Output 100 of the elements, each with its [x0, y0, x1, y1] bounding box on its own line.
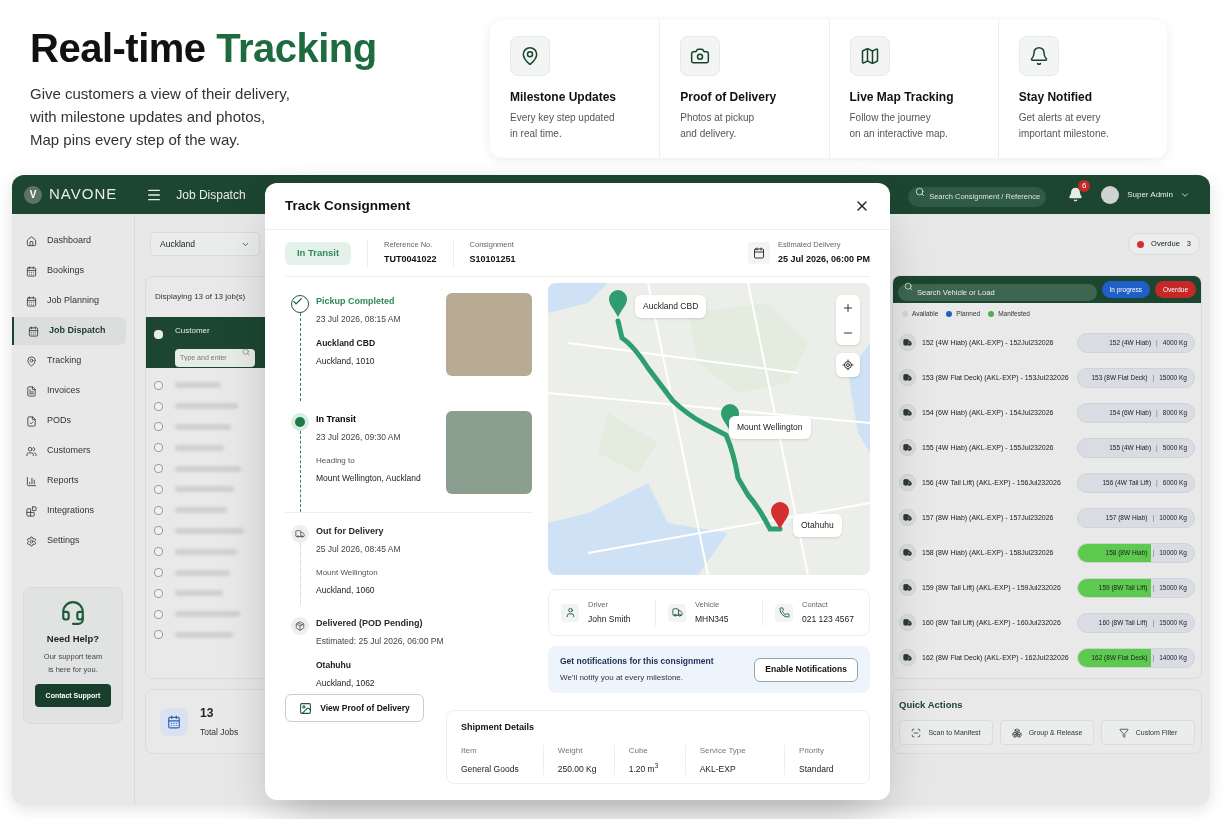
- card-title: Shipment Details: [461, 721, 535, 734]
- calendar-icon: [28, 325, 39, 337]
- step-time: 25 Jul 2026, 08:45 AM: [316, 542, 402, 556]
- step-title: Delivered (POD Pending): [316, 617, 424, 630]
- field-label: Weight: [557, 744, 584, 757]
- row-checkbox[interactable]: [154, 505, 163, 515]
- blurred-text: [175, 631, 233, 638]
- truck-icon: [903, 653, 912, 662]
- page-title: Real-time Tracking: [30, 25, 378, 72]
- map-pin-label: Auckland CBD: [635, 295, 707, 318]
- pin-icon: [520, 46, 540, 66]
- feature-description: Every key step updated in real time.: [510, 111, 616, 141]
- step-place: Auckland CBD: [316, 337, 377, 350]
- brand-name: NAVONE: [49, 184, 118, 205]
- truck-icon: [903, 338, 912, 347]
- person-icon: [564, 607, 576, 618]
- nav-item[interactable]: PODs: [12, 407, 126, 435]
- region-dropdown[interactable]: Auckland: [150, 232, 260, 256]
- truck-icon: [903, 548, 912, 557]
- avatar: [1101, 185, 1120, 204]
- truck-icon: [903, 443, 912, 452]
- notification-badge: 6: [1078, 180, 1091, 192]
- calendar-icon: [26, 265, 37, 277]
- row-checkbox[interactable]: [154, 588, 163, 598]
- nav-item[interactable]: Bookings: [12, 257, 126, 285]
- row-checkbox[interactable]: [154, 609, 163, 619]
- view-proof-button[interactable]: View Proof of Delivery: [285, 694, 424, 722]
- step-detail: Auckland, 1010: [316, 355, 376, 368]
- field-value: TUT0041022: [384, 253, 437, 267]
- truck-icon: [903, 583, 912, 592]
- truck-icon: [903, 513, 912, 522]
- truck-icon: [671, 607, 683, 618]
- row-checkbox[interactable]: [154, 422, 163, 432]
- row-checkbox[interactable]: [154, 484, 163, 494]
- search-icon: [242, 348, 250, 356]
- step-title: Pickup Completed: [316, 295, 396, 308]
- row-checkbox[interactable]: [154, 526, 163, 536]
- feature-title: Live Map Tracking: [849, 89, 955, 106]
- blurred-text: [175, 527, 244, 534]
- total-value: 13: [200, 705, 215, 723]
- field-value: Standard: [799, 762, 835, 776]
- nav-item[interactable]: Settings: [12, 527, 126, 555]
- row-checkbox[interactable]: [154, 464, 163, 474]
- feature-description: Follow the journey on an interactive map.: [849, 111, 949, 141]
- calendar-icon: [26, 295, 37, 307]
- phone-icon: [778, 607, 790, 618]
- header-checkbox[interactable]: [154, 330, 163, 339]
- feature-title: Milestone Updates: [510, 89, 618, 106]
- field-value: 25 Jul 2026, 06:00 PM: [777, 253, 870, 267]
- image-icon: [299, 701, 313, 715]
- column-header: Customer: [175, 325, 211, 337]
- field-value: S10101251: [469, 253, 516, 267]
- row-checkbox[interactable]: [154, 380, 163, 390]
- nav-item[interactable]: Dashboard: [12, 227, 126, 255]
- crosshair-icon[interactable]: [842, 359, 854, 371]
- help-title: Need Help?: [46, 632, 100, 646]
- step-time: 23 Jul 2026, 08:15 AM: [316, 312, 402, 326]
- step-title: Out for Delivery: [316, 525, 385, 538]
- row-checkbox[interactable]: [154, 401, 163, 411]
- map-icon: [859, 46, 880, 66]
- blurred-text: [175, 569, 230, 576]
- truck-icon: [903, 618, 912, 627]
- nav-item[interactable]: Job Dispatch: [12, 317, 126, 345]
- blocks-icon: [26, 505, 37, 517]
- field-value: 250.00 Kg: [557, 762, 598, 776]
- bell-icon[interactable]: [1068, 187, 1084, 202]
- nav-item[interactable]: Tracking: [12, 347, 126, 375]
- blurred-text: [175, 382, 221, 389]
- blurred-text: [175, 444, 224, 451]
- calendar-icon: [167, 714, 181, 729]
- row-checkbox[interactable]: [154, 568, 163, 578]
- map-pin-icon[interactable]: [771, 502, 789, 529]
- home-icon: [26, 235, 37, 247]
- bar-chart-icon: [26, 475, 37, 487]
- step-note: Mount Wellington: [316, 567, 379, 580]
- blurred-text: [175, 590, 223, 597]
- enable-notifications-button[interactable]: Enable Notifications: [754, 657, 858, 682]
- nav-item[interactable]: Integrations: [12, 497, 126, 525]
- nav-item[interactable]: Invoices: [12, 377, 126, 405]
- row-checkbox[interactable]: [154, 547, 163, 557]
- contact-value: John Smith: [588, 613, 631, 626]
- truck-icon: [903, 478, 912, 487]
- map-pin-icon[interactable]: [609, 290, 627, 317]
- row-checkbox[interactable]: [154, 630, 163, 640]
- step-note: Heading to: [316, 455, 356, 468]
- feature-title: Proof of Delivery: [680, 89, 778, 106]
- feature-description: Photos at pickup and delivery.: [680, 111, 756, 141]
- nav-item[interactable]: Customers: [12, 437, 126, 465]
- quick-actions-title: Quick Actions: [899, 698, 964, 712]
- step-time: Estimated: 25 Jul 2026, 06:00 PM: [316, 634, 445, 648]
- camera-icon: [690, 46, 711, 66]
- calendar-icon: [752, 247, 765, 259]
- page-heading: Job Dispatch: [176, 186, 246, 204]
- nav-item[interactable]: Job Planning: [12, 287, 126, 315]
- field-value: General Goods: [461, 762, 520, 776]
- nav-item[interactable]: Reports: [12, 467, 126, 495]
- row-checkbox[interactable]: [154, 443, 163, 453]
- logo-mark: V: [24, 185, 42, 204]
- blurred-text: [175, 424, 231, 430]
- zoom-in-icon[interactable]: [842, 301, 854, 314]
